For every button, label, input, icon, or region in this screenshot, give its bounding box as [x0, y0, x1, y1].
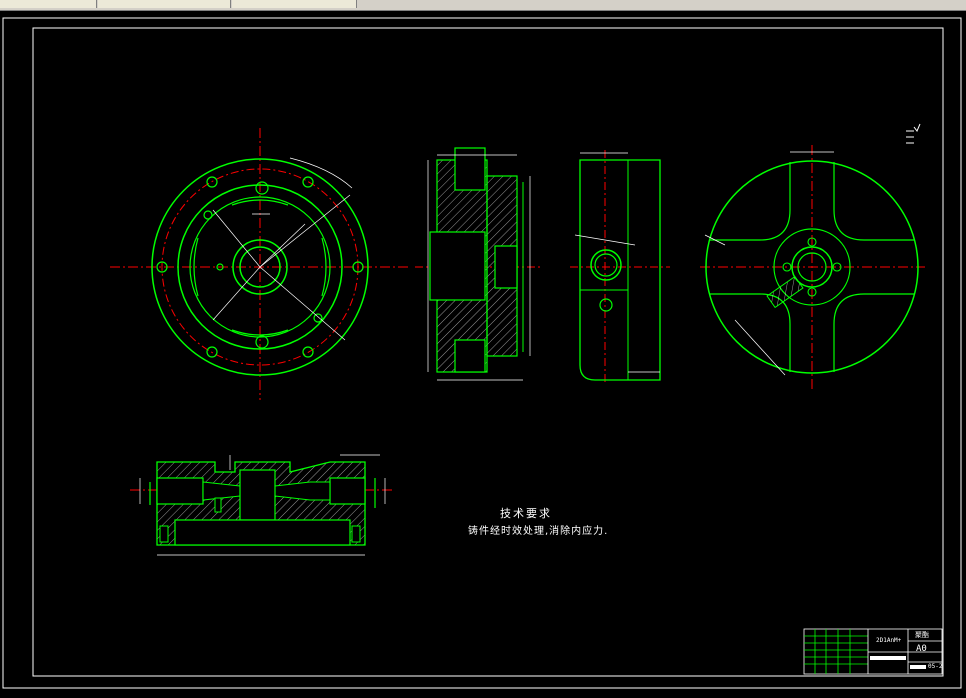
bottom-section-view	[130, 454, 395, 556]
technical-requirements-text: 铸件经时效处理,消除内应力.	[468, 526, 609, 537]
rear-view	[700, 145, 925, 390]
toolbar-field-1[interactable]	[0, 0, 97, 8]
profile-bore-inner	[594, 253, 618, 277]
section-bore	[429, 231, 486, 301]
title-block-material: 聚酯	[915, 631, 929, 639]
front-view	[110, 128, 410, 400]
drawing-canvas[interactable]: 技术要求 铸件经时效处理,消除内应力. 2D1AnM+ 聚酯 A0 05-2	[0, 11, 966, 698]
app-toolbar-strip	[0, 0, 966, 11]
bottom-center-bore	[239, 469, 276, 521]
top-profile-view	[570, 150, 670, 385]
cad-drawing	[2, 17, 962, 689]
technical-requirements-title: 技术要求	[500, 507, 552, 520]
title-block-sheet-size: A0	[916, 644, 927, 654]
title-block-scale: 2D1AnM+	[876, 637, 902, 644]
title-block-drawing-no: 05-2	[928, 663, 943, 670]
side-section-view	[415, 147, 540, 381]
surface-finish-symbol	[906, 123, 921, 144]
toolbar-field-2[interactable]	[98, 0, 231, 8]
toolbar-field-3[interactable]	[232, 0, 357, 8]
